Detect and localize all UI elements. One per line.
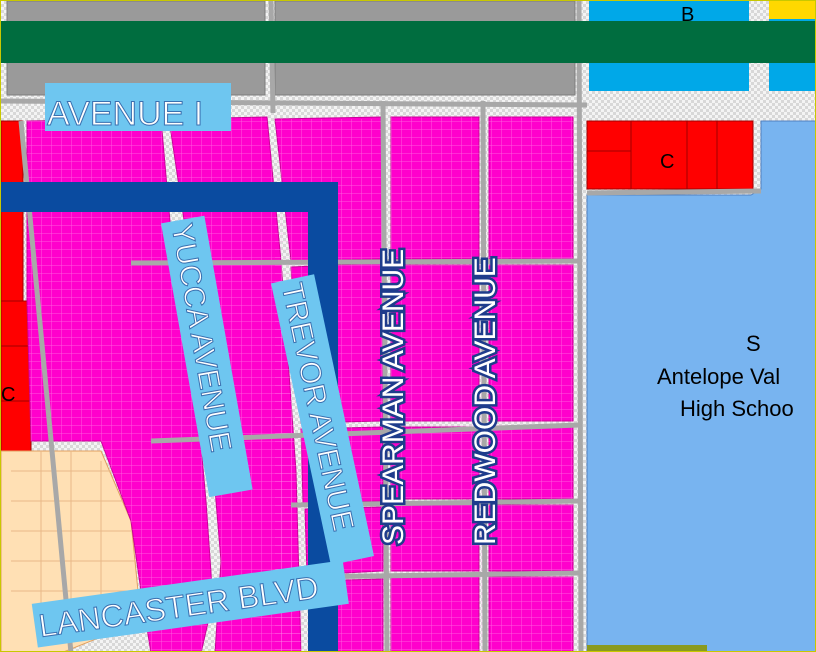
spearman-avenue-label: SPEARMAN AVENUE (375, 246, 413, 547)
yellow-zone-top (769, 1, 815, 19)
zone-label-commercial-right: C (660, 151, 674, 173)
spearman-avenue-text: SPEARMAN AVENUE (377, 249, 410, 545)
avenue-i-text: AVENUE I (47, 95, 203, 133)
school-name-line1: Antelope Val (657, 364, 780, 389)
zone-label-top-right: B (681, 4, 694, 26)
redwood-avenue-text: REDWOOD AVENUE (469, 257, 502, 545)
redwood-avenue-label: REDWOOD AVENUE (467, 255, 505, 548)
bottom-strip-olive (587, 645, 707, 651)
map-header-bar (1, 21, 815, 63)
school-name-line2: High Schoo (680, 396, 794, 421)
zone-label-commercial-left: C (1, 384, 15, 406)
school-zone-code: S (746, 331, 761, 356)
avenue-i-label: AVENUE I (45, 83, 231, 134)
zoning-map[interactable]: AVENUE I YUCCA AVENUE TREVOR AVENUE SPEA… (0, 0, 816, 652)
